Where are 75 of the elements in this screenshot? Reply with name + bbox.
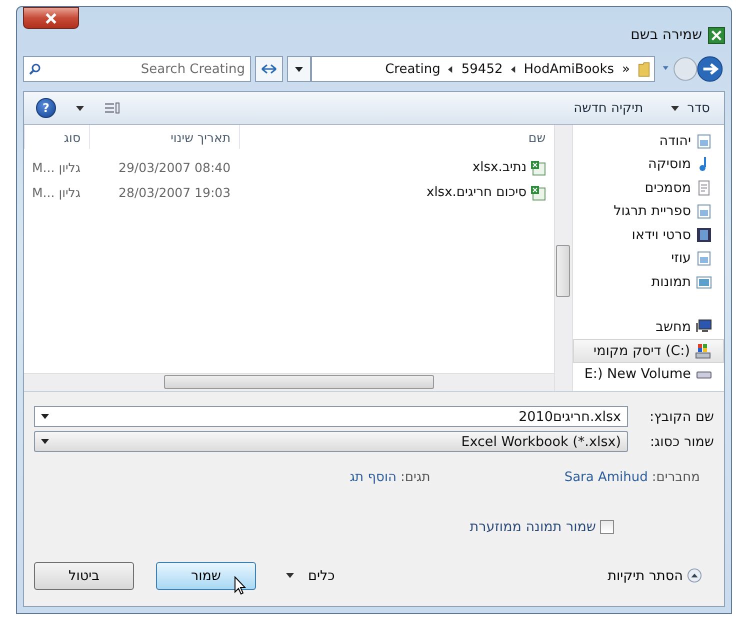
window-title: שמירה בשם [630, 27, 702, 43]
mouse-pointer-icon [234, 576, 246, 594]
folder-icon [638, 60, 650, 78]
folder-tree-item[interactable]: מחשב [572, 316, 724, 339]
scroll-thumb[interactable] [556, 245, 570, 297]
date-modified: 28/03/2007 19:03 [118, 185, 232, 200]
picture-icon [696, 274, 712, 290]
breadcrumb[interactable]: Creating [385, 62, 440, 76]
folder-tree-item[interactable]: מוסיקה [572, 152, 724, 176]
folder-tree-item[interactable]: מסמכים [572, 176, 724, 200]
file-type: M... גליון [31, 160, 82, 175]
folder-tree-item[interactable]: יהודה [572, 129, 724, 152]
caret-icon [41, 439, 49, 444]
folder-tree-item[interactable]: E:) New Volume [572, 362, 724, 386]
tags-label: תגים: [400, 470, 430, 485]
file-type-dropdown[interactable]: Excel Workbook (*.xlsx) [34, 431, 628, 452]
caret-icon [671, 106, 680, 110]
tools-menu[interactable]: כלים [308, 568, 335, 584]
spreadsheet-file-icon [530, 184, 546, 200]
folder-tree-item[interactable]: תמונות [572, 270, 724, 294]
add-tag-link[interactable]: הוסף תג [350, 470, 397, 485]
caret-icon [41, 414, 49, 419]
vertical-scrollbar[interactable] [554, 125, 573, 391]
collapse-up-icon [687, 568, 702, 583]
folder-tree-item[interactable]: ספריית תרגול [572, 200, 724, 223]
cancel-button[interactable]: ביטול [34, 562, 134, 590]
breadcrumb[interactable]: HodAmiBooks [524, 62, 614, 76]
view-list-icon[interactable] [104, 102, 120, 114]
help-button[interactable]: ? [36, 98, 56, 118]
new-folder-button[interactable]: תיקיה חדשה [572, 98, 646, 118]
hide-folders-button[interactable]: הסתר תיקיות [608, 568, 702, 584]
authors-link[interactable]: Sara Amihud [564, 470, 648, 485]
refresh-button[interactable] [255, 56, 283, 82]
close-icon [44, 12, 58, 24]
checkbox-label: שמור תמונה ממוזערת [470, 519, 596, 535]
horizontal-scrollbar[interactable] [24, 373, 554, 391]
authors-label: מחברים: [652, 470, 700, 485]
spreadsheet-file-icon [530, 160, 546, 176]
drive-icon [695, 342, 711, 359]
double-arrow-icon [261, 63, 277, 75]
address-bar[interactable]: Creating 59452 HodAmiBooks » [311, 56, 655, 82]
document-icon [696, 180, 712, 196]
field-label: שמור כסוג: [648, 434, 714, 450]
film-icon [696, 226, 712, 243]
spreadsheet-icon [708, 26, 725, 44]
checkbox[interactable] [600, 520, 614, 534]
search-field[interactable]: Search Creating [23, 56, 251, 82]
folder-tree-item[interactable]: סרטי וידאו [572, 223, 724, 246]
file-name-field[interactable]: 2010חריגים.xlsx [34, 406, 628, 427]
folder-tree-item[interactable]: דיסק מקומי (C:) [572, 339, 724, 362]
file-name[interactable]: סיכום חריגים.xlsx [426, 185, 527, 200]
folder-tree-item[interactable]: עוזי [572, 246, 724, 270]
file-type: M... גליון [31, 185, 82, 200]
breadcrumb[interactable]: 59452 [461, 62, 503, 76]
chevron-icon[interactable] [510, 66, 516, 72]
caret-icon [295, 66, 303, 72]
close-button[interactable] [23, 7, 79, 29]
save-button[interactable]: שמור [156, 562, 256, 590]
date-modified: 29/03/2007 08:40 [118, 160, 232, 175]
organize-menu[interactable]: סדר [685, 98, 712, 118]
chevron-icon[interactable] [448, 66, 454, 72]
library-icon [696, 250, 712, 266]
column-header[interactable]: שם [238, 125, 554, 149]
library-icon [696, 203, 712, 220]
overflow-marker[interactable]: » [622, 62, 630, 76]
scroll-thumb[interactable] [164, 375, 434, 389]
history-dropdown[interactable] [287, 56, 311, 82]
caret-icon[interactable] [286, 573, 294, 578]
column-header[interactable]: סוג [24, 125, 89, 149]
file-name[interactable]: נתיב.xlsx [472, 160, 527, 175]
field-label: שם הקובץ: [648, 408, 714, 424]
column-header[interactable]: תאריך שינוי [88, 125, 239, 149]
library-icon [696, 132, 712, 149]
search-icon [29, 63, 41, 75]
caret-icon[interactable] [76, 106, 84, 110]
